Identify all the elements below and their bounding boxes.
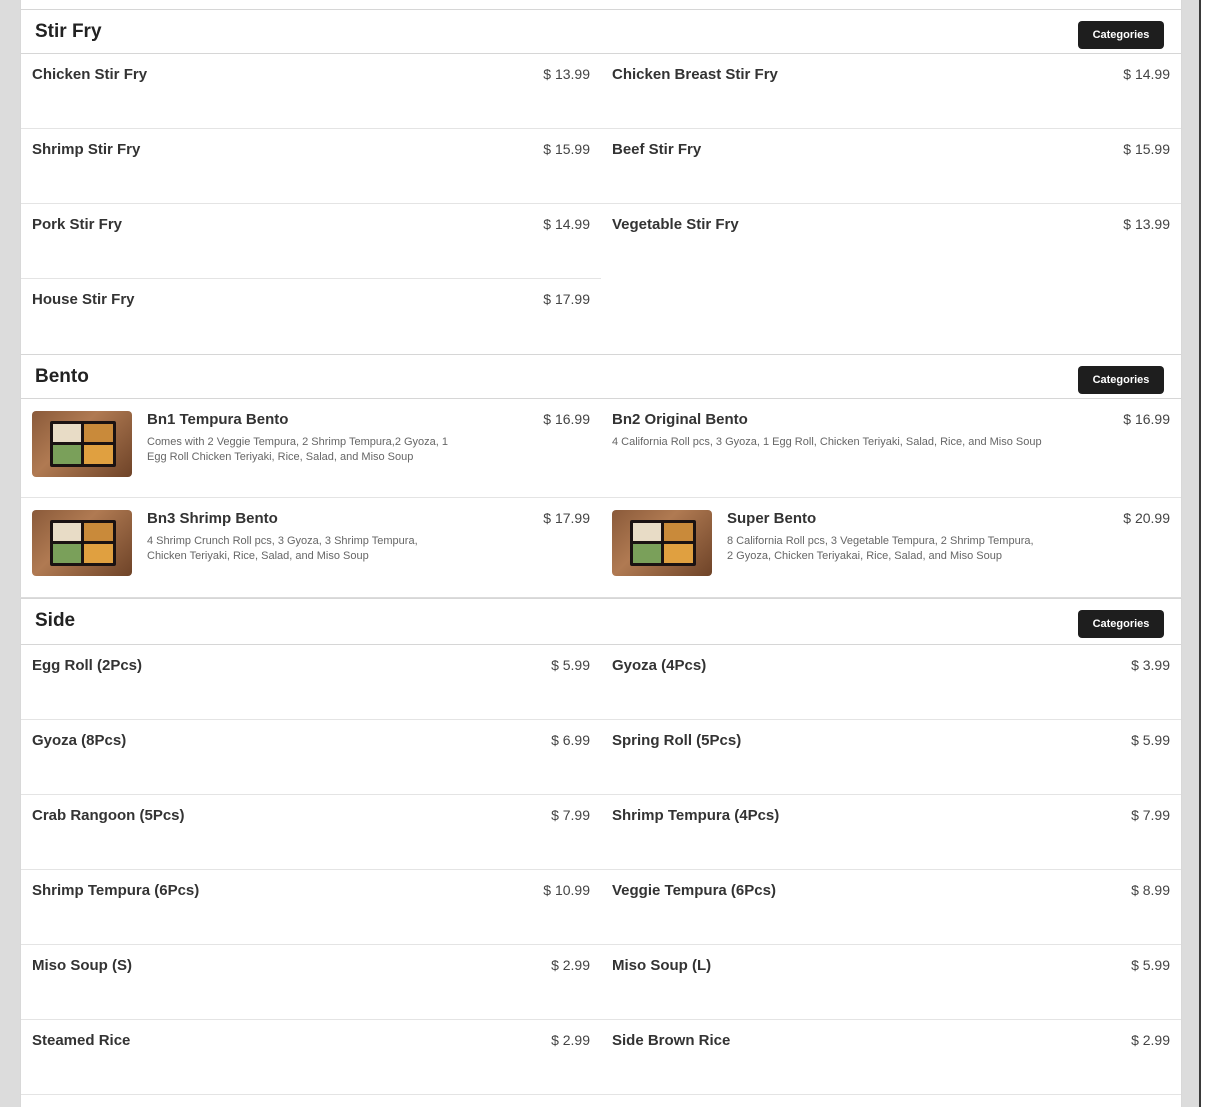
section-bento: Bento Categories Bn1 Tempura Bento $ 16.…	[20, 354, 1182, 597]
menu-item[interactable]: Bn1 Tempura Bento $ 16.99 Comes with 2 V…	[21, 399, 601, 498]
item-name: Crab Rangoon (5Pcs)	[32, 807, 185, 824]
item-price: $ 13.99	[1123, 216, 1170, 232]
item-name: Miso Soup (S)	[32, 957, 132, 974]
menu-item[interactable]: Side Brown Rice $ 2.99	[601, 1020, 1181, 1095]
section-header: Side Categories	[21, 598, 1181, 645]
item-price: $ 13.99	[543, 66, 590, 82]
item-description: 4 Shrimp Crunch Roll pcs, 3 Gyoza, 3 Shr…	[147, 535, 418, 562]
menu-item[interactable]: House Stir Fry $ 17.99	[21, 279, 601, 354]
categories-button[interactable]: Categories	[1078, 21, 1164, 49]
section-title: Stir Fry	[35, 21, 102, 42]
item-name: Shrimp Tempura (4Pcs)	[612, 807, 780, 824]
item-price: $ 17.99	[543, 510, 590, 526]
menu-item[interactable]: Gyoza (4Pcs) $ 3.99	[601, 645, 1181, 720]
menu-item[interactable]: Beef Stir Fry $ 15.99	[601, 129, 1181, 204]
menu-item[interactable]: Super Bento $ 20.99 8 California Roll pc…	[601, 498, 1181, 597]
item-name: Gyoza (4Pcs)	[612, 657, 707, 674]
menu-item[interactable]: Steamed Rice $ 2.99	[21, 1020, 601, 1095]
menu-item[interactable]: Crab Rangoon (5Pcs) $ 7.99	[21, 795, 601, 870]
item-name: Pork Stir Fry	[32, 216, 123, 233]
item-name: Veggie Tempura (6Pcs)	[612, 882, 776, 899]
item-price: $ 2.99	[551, 957, 590, 973]
item-price: $ 7.99	[551, 807, 590, 823]
item-price: $ 2.99	[1131, 1032, 1170, 1048]
item-name: Vegetable Stir Fry	[612, 216, 739, 233]
menu-item[interactable]: Shrimp Stir Fry $ 15.99	[21, 129, 601, 204]
menu-item[interactable]: Pork Stir Fry $ 14.99	[21, 204, 601, 279]
item-price: $ 10.99	[543, 882, 590, 898]
item-price: $ 5.99	[551, 657, 590, 673]
section-side: Side Categories Egg Roll (2Pcs) $ 5.99 G…	[20, 598, 1182, 1107]
item-price: $ 14.99	[1123, 66, 1170, 82]
item-description: 8 California Roll pcs, 3 Vegetable Tempu…	[727, 535, 1034, 562]
item-name: Gyoza (8Pcs)	[32, 732, 127, 749]
item-price: $ 15.99	[1123, 141, 1170, 157]
item-name: Miso Soup (L)	[612, 957, 712, 974]
item-price: $ 14.99	[543, 216, 590, 232]
item-name: Spring Roll (5Pcs)	[612, 732, 742, 749]
item-price: $ 17.99	[543, 291, 590, 307]
item-price: $ 3.99	[1131, 657, 1170, 673]
item-price: $ 8.99	[1131, 882, 1170, 898]
menu-item[interactable]: Chicken Breast Stir Fry $ 14.99	[601, 54, 1181, 129]
menu-item[interactable]: Bn2 Original Bento $ 16.99 4 California …	[601, 399, 1181, 498]
item-description: Comes with 2 Veggie Tempura, 2 Shrimp Te…	[147, 436, 449, 463]
item-name: Super Bento	[727, 510, 817, 527]
menu-item[interactable]: Miso Soup (L) $ 5.99	[601, 945, 1181, 1020]
section-stir-fry: Stir Fry Categories Chicken Stir Fry $ 1…	[20, 9, 1182, 354]
item-name: Bn2 Original Bento	[612, 411, 748, 428]
section-header: Stir Fry Categories	[21, 9, 1181, 54]
menu-item[interactable]: Egg Roll (2Pcs) $ 5.99	[21, 645, 601, 720]
food-image	[32, 510, 132, 576]
item-price: $ 6.99	[551, 732, 590, 748]
menu-item[interactable]: Veggie Tempura (6Pcs) $ 8.99	[601, 870, 1181, 945]
menu-item[interactable]: Shrimp Tempura (4Pcs) $ 7.99	[601, 795, 1181, 870]
item-name: Bn3 Shrimp Bento	[147, 510, 278, 527]
menu-item[interactable]: Vegetable Stir Fry $ 13.99	[601, 204, 1181, 279]
item-name: House Stir Fry	[32, 291, 135, 308]
item-price: $ 5.99	[1131, 957, 1170, 973]
item-name: Side Brown Rice	[612, 1032, 731, 1049]
item-price: $ 16.99	[1123, 411, 1170, 427]
menu-item[interactable]: Miso Soup (S) $ 2.99	[21, 945, 601, 1020]
window-edge	[1201, 0, 1210, 1107]
item-price: $ 20.99	[1123, 510, 1170, 526]
menu-item[interactable]: Spring Roll (5Pcs) $ 5.99	[601, 720, 1181, 795]
item-name: Shrimp Tempura (6Pcs)	[32, 882, 200, 899]
categories-button[interactable]: Categories	[1078, 610, 1164, 638]
item-price: $ 15.99	[543, 141, 590, 157]
item-description: 4 California Roll pcs, 3 Gyoza, 1 Egg Ro…	[612, 436, 1042, 448]
section-header: Bento Categories	[21, 354, 1181, 399]
menu-item[interactable]: Bn3 Shrimp Bento $ 17.99 4 Shrimp Crunch…	[21, 498, 601, 597]
menu-item[interactable]: Chicken Stir Fry $ 13.99	[21, 54, 601, 129]
item-name: Chicken Stir Fry	[32, 66, 148, 83]
item-name: Egg Roll (2Pcs)	[32, 657, 143, 674]
section-title: Side	[35, 610, 76, 631]
item-name: Shrimp Stir Fry	[32, 141, 141, 158]
food-image	[612, 510, 712, 576]
item-name: Chicken Breast Stir Fry	[612, 66, 778, 83]
menu-item[interactable]: Shrimp Tempura (6Pcs) $ 10.99	[21, 870, 601, 945]
item-name: Steamed Rice	[32, 1032, 131, 1049]
categories-button[interactable]: Categories	[1078, 366, 1164, 394]
food-image	[32, 411, 132, 477]
scroll-gutter	[1182, 0, 1200, 1107]
item-name: Beef Stir Fry	[612, 141, 702, 158]
item-price: $ 5.99	[1131, 732, 1170, 748]
section-title: Bento	[35, 366, 89, 387]
item-price: $ 2.99	[551, 1032, 590, 1048]
item-price: $ 16.99	[543, 411, 590, 427]
item-name: Bn1 Tempura Bento	[147, 411, 289, 428]
menu-item[interactable]: Gyoza (8Pcs) $ 6.99	[21, 720, 601, 795]
item-price: $ 7.99	[1131, 807, 1170, 823]
